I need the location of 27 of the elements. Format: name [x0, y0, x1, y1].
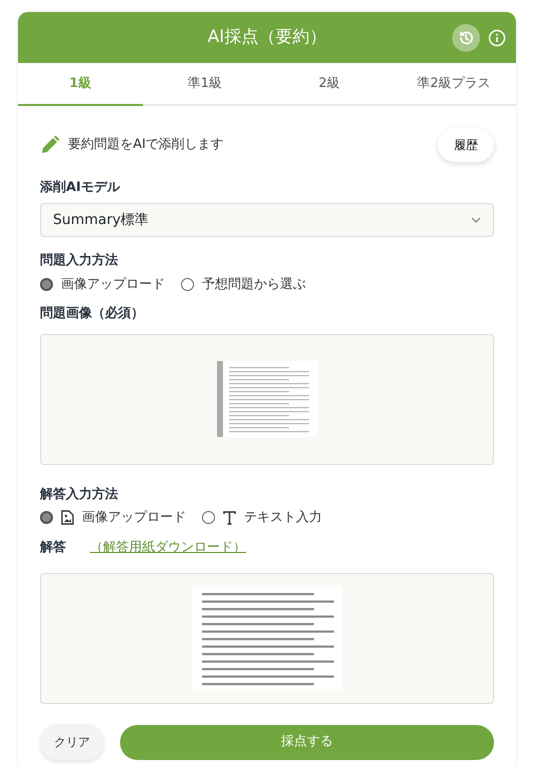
field-label: 問題画像（必須）: [40, 304, 145, 324]
history-icon[interactable]: [452, 24, 480, 52]
radio-option[interactable]: 予想問題から選ぶ: [181, 276, 306, 292]
text-icon: [223, 510, 236, 525]
download-link[interactable]: （解答用紙ダウンロード）: [90, 538, 246, 558]
radio-option[interactable]: 画像アップロード: [40, 276, 165, 292]
clear-button[interactable]: クリア: [40, 724, 104, 760]
radio-button[interactable]: [40, 278, 53, 291]
tab[interactable]: 準2級プラス: [392, 63, 516, 106]
radio-button[interactable]: [181, 278, 194, 291]
intro-text: 要約問題をAIで添削します: [68, 136, 224, 154]
field-label: 添削AIモデル: [40, 178, 122, 196]
radio-option[interactable]: テキスト入力: [202, 510, 322, 526]
chevron-icon: [471, 217, 481, 223]
model-select[interactable]: Summary標準: [40, 203, 494, 237]
field-label: 問題入力方法: [40, 252, 119, 270]
field-label: 解答入力方法: [40, 486, 119, 504]
image-file-icon: [61, 510, 74, 526]
header-title: AI採点（要約）: [208, 27, 326, 48]
history-button[interactable]: 履歴: [438, 128, 494, 162]
radio-button[interactable]: [202, 511, 215, 524]
radio-button[interactable]: [40, 511, 53, 524]
info-icon[interactable]: [488, 29, 506, 47]
image-dropzone[interactable]: [40, 573, 494, 704]
field-label: 解答: [40, 538, 66, 557]
radio-option[interactable]: 画像アップロード: [40, 510, 186, 526]
pencil-icon: [40, 134, 60, 154]
